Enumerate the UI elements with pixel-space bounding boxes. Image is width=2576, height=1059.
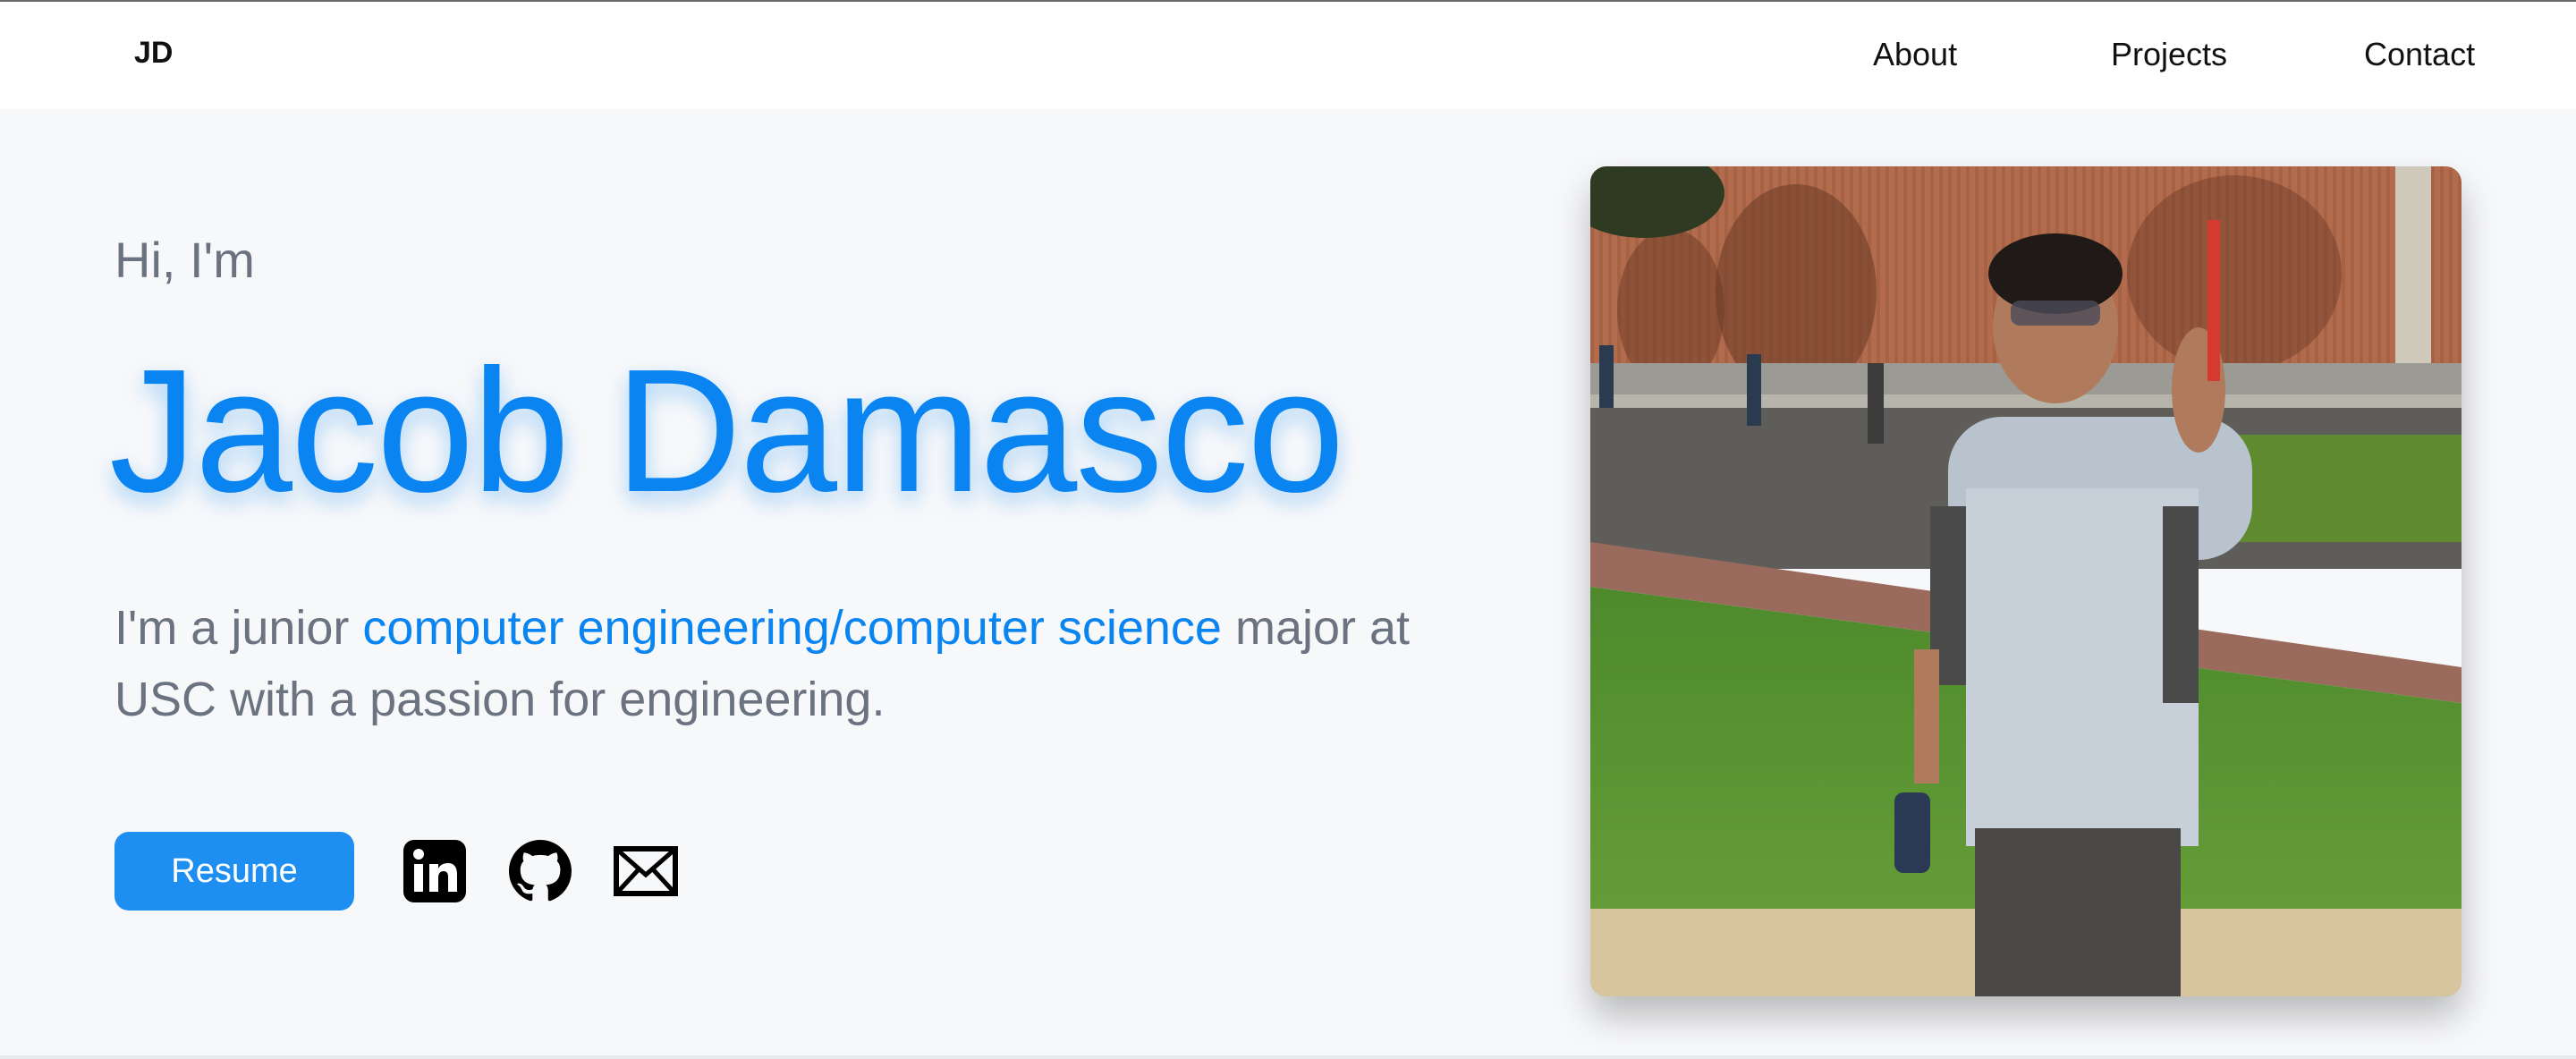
email-link[interactable]	[614, 839, 678, 903]
navbar: JD About Projects Contact	[0, 2, 2576, 109]
section-divider	[0, 1055, 2576, 1059]
nav-link-contact[interactable]: Contact	[2364, 36, 2475, 73]
bio-highlight: computer engineering/computer science	[362, 601, 1222, 655]
resume-button[interactable]: Resume	[114, 832, 354, 911]
nav-link-about[interactable]: About	[1873, 36, 1957, 73]
hero-section: Hi, I'm Jacob Damasco I'm a junior compu…	[0, 109, 2576, 1055]
email-icon	[614, 846, 678, 896]
bio-text-pre: I'm a junior	[114, 601, 363, 655]
github-icon	[509, 840, 572, 902]
github-link[interactable]	[508, 839, 572, 903]
linkedin-icon	[403, 840, 466, 902]
profile-photo-image	[1590, 166, 2462, 996]
hero-bio: I'm a junior computer engineering/comput…	[114, 592, 1420, 735]
nav-link-projects[interactable]: Projects	[2111, 36, 2227, 73]
linkedin-link[interactable]	[402, 839, 467, 903]
hero-greeting: Hi, I'm	[114, 232, 255, 288]
profile-photo	[1590, 166, 2462, 996]
hero-name: Jacob Damasco	[109, 333, 1344, 529]
logo[interactable]: JD	[134, 36, 173, 71]
